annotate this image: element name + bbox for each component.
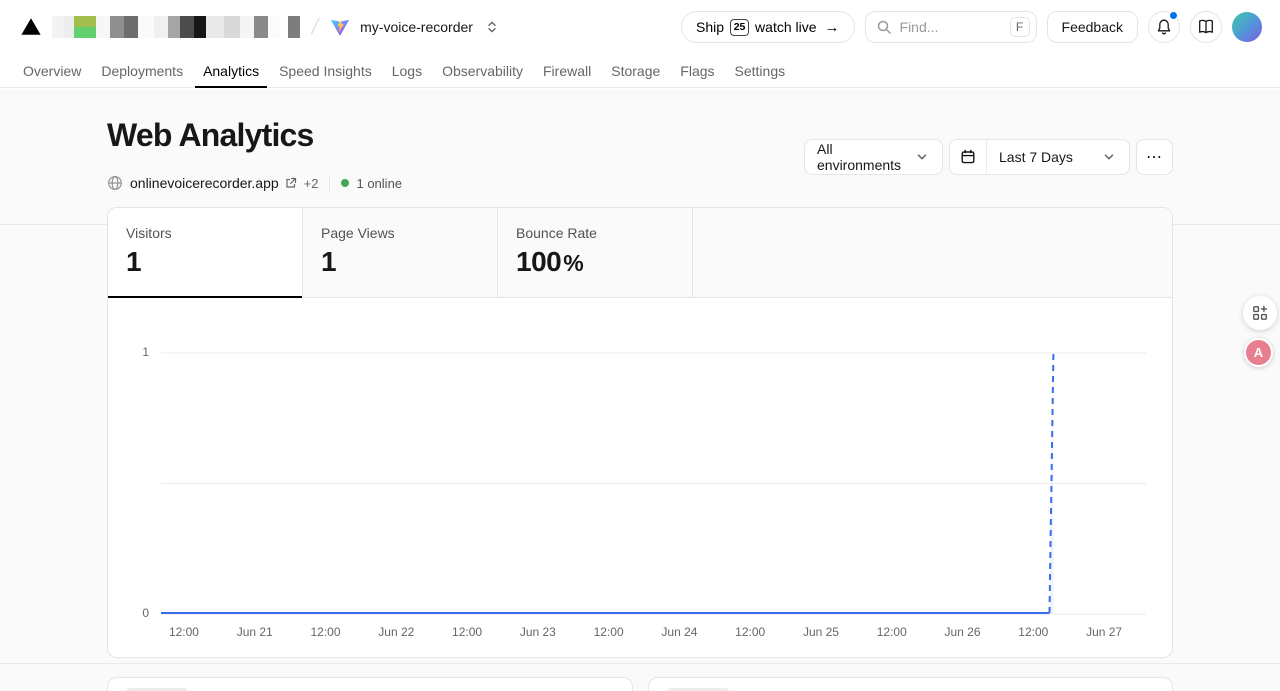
stat-tab-bounce-rate[interactable]: Bounce Rate 100% xyxy=(498,208,693,297)
stat-value: 1 xyxy=(126,246,284,278)
tab-analytics[interactable]: Analytics xyxy=(195,54,267,87)
header-actions: Ship 25 watch live → F Feedback xyxy=(681,11,1262,43)
divider xyxy=(329,175,330,191)
x-tick-label: Jun 27 xyxy=(1086,625,1122,639)
section-hairline-bottom xyxy=(0,663,1280,664)
tab-observability[interactable]: Observability xyxy=(434,54,531,87)
x-tick-label: 12:00 xyxy=(1018,625,1048,639)
stat-value: 1 xyxy=(321,246,479,278)
date-range-select[interactable]: Last 7 Days xyxy=(949,139,1130,175)
tab-logs[interactable]: Logs xyxy=(384,54,430,87)
project-nav-tabs: OverviewDeploymentsAnalyticsSpeed Insigh… xyxy=(0,54,1280,88)
stat-label: Page Views xyxy=(321,225,479,241)
tab-firewall[interactable]: Firewall xyxy=(535,54,599,87)
stat-label: Bounce Rate xyxy=(516,225,674,241)
x-tick-label: 12:00 xyxy=(735,625,765,639)
external-link-icon xyxy=(285,177,297,189)
x-tick-label: 12:00 xyxy=(452,625,482,639)
visitors-chart: 10 12:00Jun 2112:00Jun 2212:00Jun 2312:0… xyxy=(108,298,1172,658)
ship-watch-live-button[interactable]: Ship 25 watch live → xyxy=(681,11,855,43)
domain-link[interactable]: onlinevoicerecorder.app xyxy=(130,175,297,191)
search-input[interactable] xyxy=(900,19,1002,35)
notifications-button[interactable] xyxy=(1148,11,1180,43)
analytics-card: Visitors1Page Views1Bounce Rate100% 10 1… xyxy=(107,207,1173,658)
breadcrumb: / my-voice-recorder xyxy=(20,14,499,40)
x-axis-labels: 12:00 Jun 21 12:00 Jun 22 12:00 Jun 23 12:00 Ju… xyxy=(161,625,1146,639)
x-tick-label: Jun 22 xyxy=(378,625,414,639)
user-avatar[interactable] xyxy=(1232,12,1262,42)
line-chart-svg xyxy=(161,298,1146,628)
y-tick-label: 1 xyxy=(142,345,149,359)
filter-controls: All environments Last 7 Days ⋯ xyxy=(804,139,1173,175)
book-icon xyxy=(1197,18,1215,36)
online-status: 1 online xyxy=(341,176,402,191)
tab-settings[interactable]: Settings xyxy=(727,54,794,87)
analytics-page: Web Analytics onlinevoicerecorder.app +2… xyxy=(0,89,1280,691)
date-range-label: Last 7 Days xyxy=(999,149,1073,165)
environment-select-label: All environments xyxy=(817,141,914,173)
globe-icon xyxy=(107,175,123,191)
translate-button[interactable]: A xyxy=(1244,338,1273,367)
x-tick-label: Jun 23 xyxy=(520,625,556,639)
feedback-button[interactable]: Feedback xyxy=(1047,11,1138,43)
project-selector-icon[interactable] xyxy=(485,20,499,34)
stat-tab-page-views[interactable]: Page Views 1 xyxy=(303,208,498,297)
team-name-redacted[interactable] xyxy=(52,16,300,38)
stat-label: Visitors xyxy=(126,225,284,241)
notification-dot xyxy=(1169,11,1178,20)
x-tick-label: Jun 24 xyxy=(661,625,697,639)
tab-flags[interactable]: Flags xyxy=(672,54,722,87)
domain-text: onlinevoicerecorder.app xyxy=(130,175,279,191)
more-options-button[interactable]: ⋯ xyxy=(1136,139,1173,175)
docs-button[interactable] xyxy=(1190,11,1222,43)
stat-value: 100% xyxy=(516,246,674,278)
chart-plot xyxy=(161,298,1146,628)
bell-icon xyxy=(1155,18,1173,36)
arrow-right-icon: → xyxy=(825,19,840,36)
calendar-icon xyxy=(950,140,987,174)
environment-select[interactable]: All environments xyxy=(804,139,943,175)
search-box[interactable]: F xyxy=(865,11,1037,43)
x-tick-label: Jun 26 xyxy=(945,625,981,639)
project-framework-icon xyxy=(330,17,350,37)
y-axis-labels: 10 xyxy=(108,298,153,658)
tab-speed-insights[interactable]: Speed Insights xyxy=(271,54,380,87)
panel-card-right xyxy=(648,677,1173,691)
y-tick-label: 0 xyxy=(142,606,149,620)
x-tick-label: 12:00 xyxy=(169,625,199,639)
x-tick-label: 12:00 xyxy=(310,625,340,639)
x-tick-label: Jun 21 xyxy=(237,625,273,639)
x-tick-label: Jun 25 xyxy=(803,625,839,639)
page-title: Web Analytics xyxy=(107,117,314,154)
vercel-logo-icon[interactable] xyxy=(20,16,42,38)
panel-card-left xyxy=(107,677,633,691)
more-domains-badge[interactable]: +2 xyxy=(304,176,319,191)
online-label: 1 online xyxy=(356,176,402,191)
ship-label: Ship xyxy=(696,19,724,35)
tab-deployments[interactable]: Deployments xyxy=(93,54,191,87)
metric-tabs: Visitors 1 Page Views 1 Bounce Rate 100% xyxy=(108,208,1172,298)
x-tick-label: 12:00 xyxy=(877,625,907,639)
translate-icon: A xyxy=(1254,345,1263,360)
online-dot-icon xyxy=(341,179,349,187)
project-domain-row: onlinevoicerecorder.app +2 1 online xyxy=(107,173,402,193)
ship-count-badge: 25 xyxy=(730,19,749,36)
chevron-down-icon xyxy=(914,149,930,165)
stat-tab-visitors[interactable]: Visitors 1 xyxy=(108,208,303,297)
search-shortcut-key: F xyxy=(1010,17,1030,37)
tab-overview[interactable]: Overview xyxy=(15,54,89,87)
chevron-down-icon xyxy=(1101,149,1117,165)
top-header: / my-voice-recorder Ship xyxy=(0,0,1280,54)
search-icon xyxy=(876,19,892,35)
extension-widget-button[interactable] xyxy=(1243,296,1277,330)
watch-live-label: watch live xyxy=(755,19,816,35)
grid-plus-icon xyxy=(1252,305,1268,321)
tab-storage[interactable]: Storage xyxy=(603,54,668,87)
project-name[interactable]: my-voice-recorder xyxy=(360,19,473,35)
x-tick-label: 12:00 xyxy=(594,625,624,639)
breadcrumb-slash: / xyxy=(309,14,321,40)
